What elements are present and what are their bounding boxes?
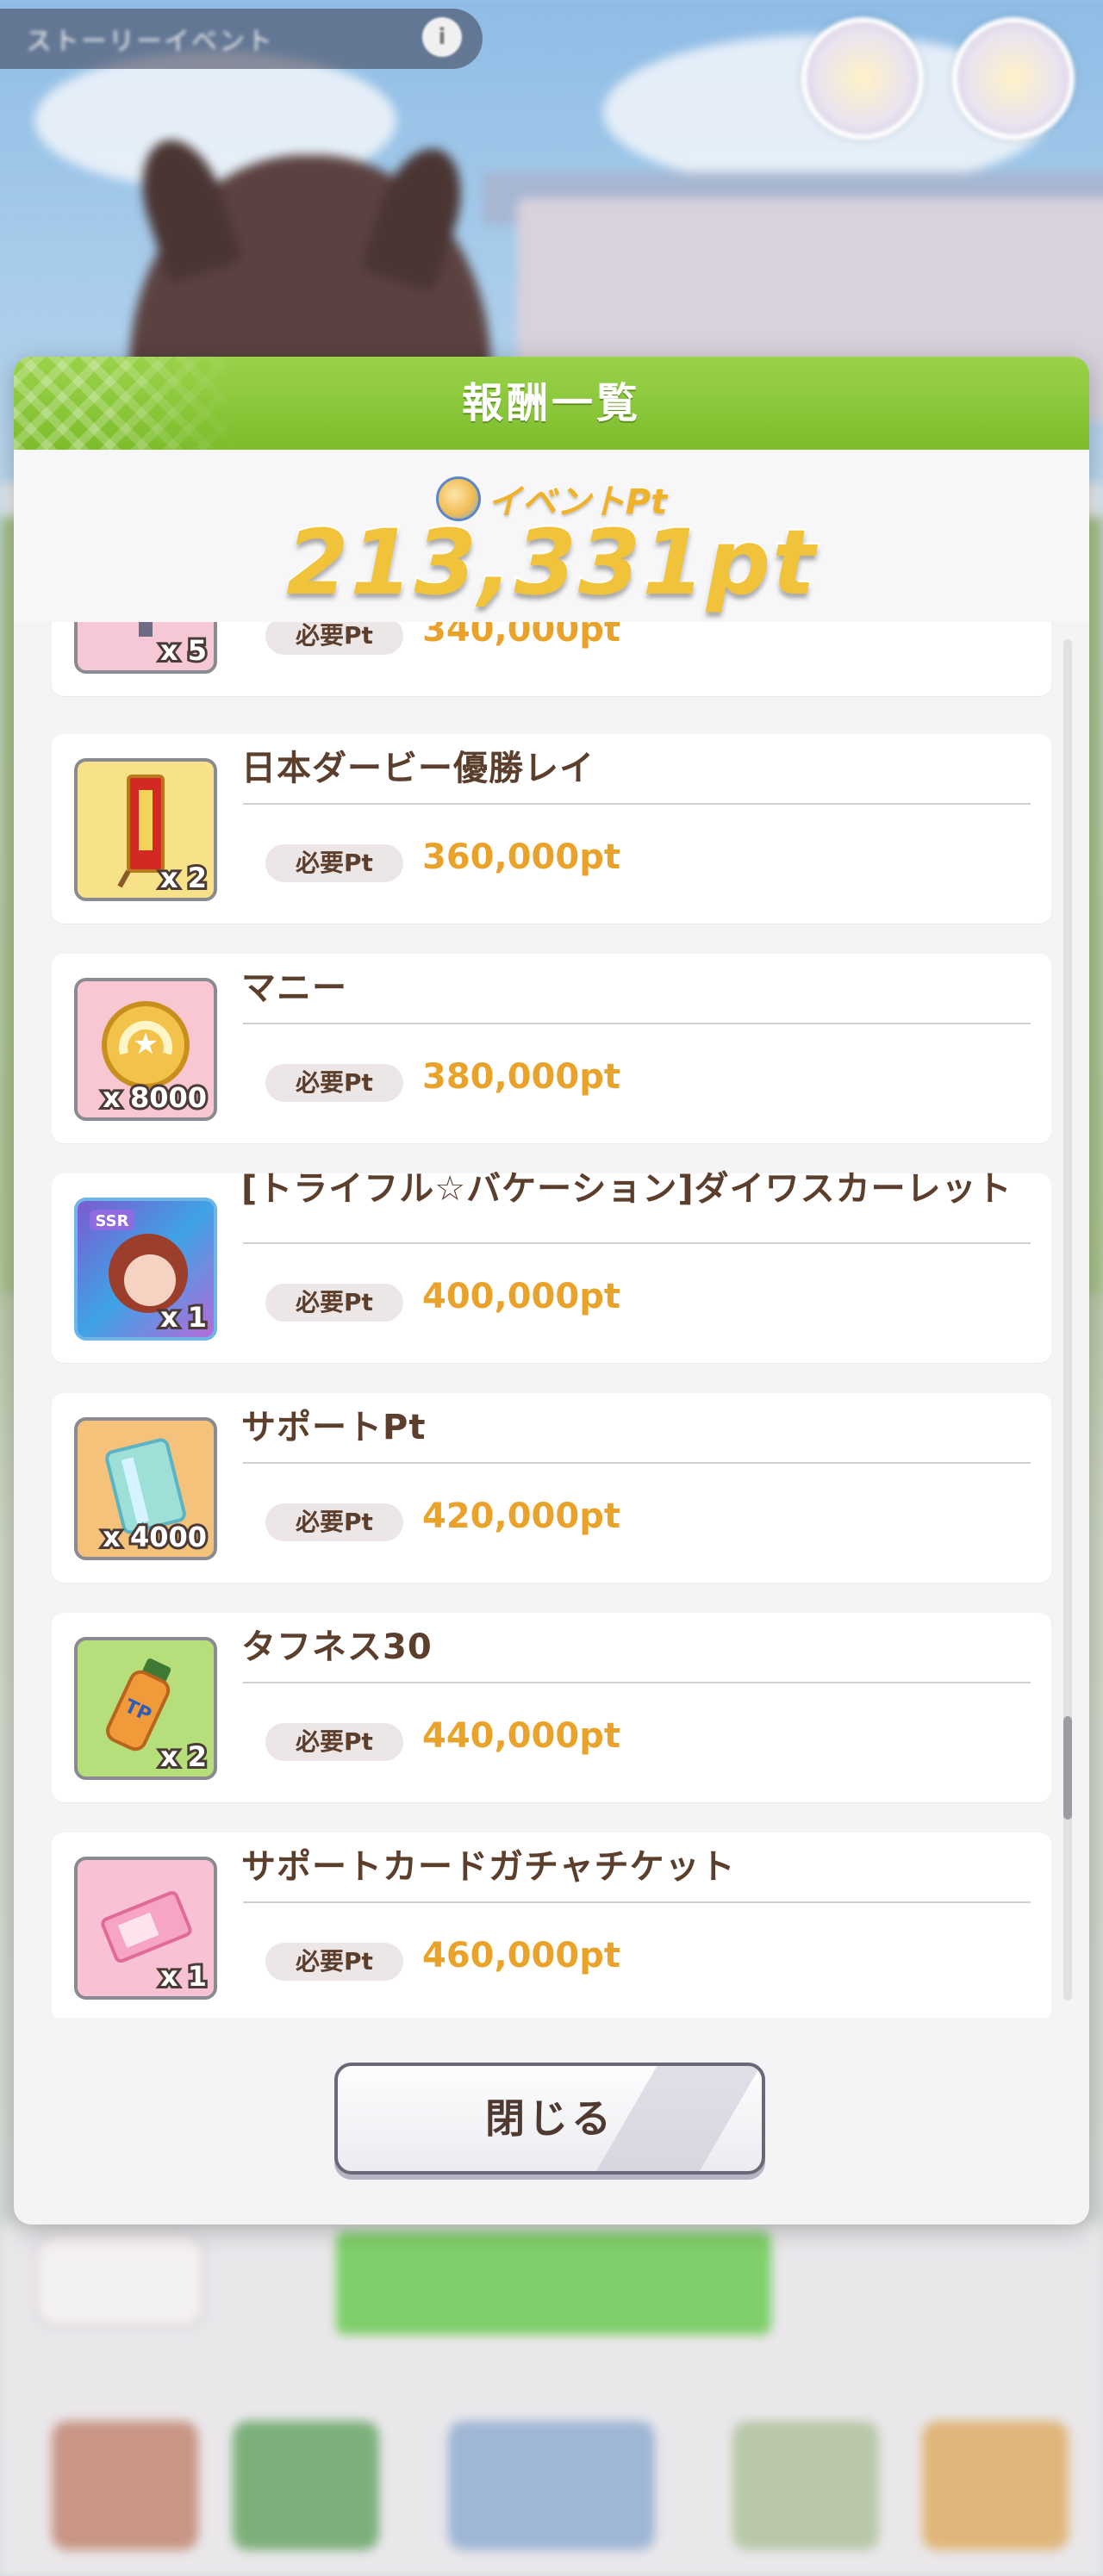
story-event-label: ストーリーイベント <box>26 27 274 57</box>
required-pt-badge: 必要Pt <box>265 1503 403 1541</box>
event-pt-value: 213,331pt <box>284 508 817 617</box>
reward-qty: x 1 <box>158 1957 209 1995</box>
divider <box>243 1242 1031 1244</box>
required-pt-badge: 必要Pt <box>265 844 403 882</box>
reward-item: ★ x 8000 マニー 必要Pt 380,000pt <box>52 954 1051 1143</box>
required-pt-badge: 必要Pt <box>265 1284 403 1322</box>
reward-item: TP x 2 タフネス30 必要Pt 440,000pt <box>52 1613 1051 1802</box>
svg-text:★: ★ <box>133 1027 159 1061</box>
reward-qty: x 8000 <box>100 1079 209 1117</box>
reward-thumb: TP x 2 <box>74 1637 217 1780</box>
reward-item: SSR x 1 [トライフル☆バケーション]ダイワスカーレット 必要Pt 400… <box>52 1169 1051 1363</box>
reward-qty: x 4000 <box>100 1518 209 1556</box>
close-button-label: 閉じる <box>485 2095 614 2142</box>
character-badge-icon[interactable] <box>801 17 924 140</box>
reward-name: サポートカードガチャチケット <box>241 1847 736 1887</box>
close-button[interactable]: 閉じる <box>334 2063 765 2175</box>
dialog-title: 報酬一覧 <box>461 379 641 427</box>
reward-name: マニー <box>241 968 347 1008</box>
reward-name: タフネス30 <box>241 1627 433 1667</box>
required-pt-badge: 必要Pt <box>265 1943 403 1981</box>
required-pt-badge: 必要Pt <box>265 1723 403 1761</box>
reward-thumb: ★ x 8000 <box>74 978 217 1121</box>
required-pt-value: 440,000pt <box>422 1716 620 1756</box>
reward-qty: x 2 <box>158 859 209 897</box>
reward-item: x 1 サポートカードガチャチケット 必要Pt 460,000pt <box>52 1832 1051 2018</box>
required-pt-badge: 必要Pt <box>265 622 403 655</box>
rarity-label: SSR <box>96 1212 129 1230</box>
dialog-header: 報酬一覧 <box>14 357 1089 450</box>
required-pt-value: 400,000pt <box>422 1277 620 1316</box>
required-pt-value: 460,000pt <box>422 1936 620 1976</box>
required-pt-value: 420,000pt <box>422 1496 620 1536</box>
reward-item: x 2 日本ダービー優勝レイ 必要Pt 360,000pt <box>52 734 1051 924</box>
required-pt-value: 380,000pt <box>422 1057 620 1097</box>
reward-item: x 4000 サポートPt 必要Pt 420,000pt <box>52 1393 1051 1583</box>
divider <box>243 1462 1031 1464</box>
reward-thumb: x 4000 <box>74 1417 217 1560</box>
reward-qty: x 5 <box>158 632 209 669</box>
reward-thumb: x 2 <box>74 758 217 901</box>
reward-name: 日本ダービー優勝レイ <box>241 749 595 788</box>
event-pt-panel: イベントPt 213,331pt <box>14 450 1089 622</box>
reward-thumb: x 1 <box>74 1857 217 2000</box>
scrollbar-thumb[interactable] <box>1063 1716 1072 1820</box>
required-pt-badge: 必要Pt <box>265 1064 403 1102</box>
divider <box>243 803 1031 805</box>
story-event-bar[interactable]: ストーリーイベント <box>0 9 483 69</box>
reward-qty: x 2 <box>158 1738 209 1776</box>
required-pt-value: 340,000pt <box>422 622 620 650</box>
reward-name: [トライフル☆バケーション]ダイワスカーレット <box>241 1169 1013 1209</box>
reward-thumb: x 5 <box>74 622 217 674</box>
reward-item: x 5 必要Pt 340,000pt <box>52 622 1051 696</box>
info-icon[interactable]: i <box>422 17 462 57</box>
reward-thumb: SSR x 1 <box>74 1198 217 1341</box>
reward-name: サポートPt <box>241 1408 427 1447</box>
divider <box>243 1023 1031 1024</box>
divider <box>243 1901 1031 1903</box>
divider <box>243 1682 1031 1683</box>
required-pt-value: 360,000pt <box>422 837 620 877</box>
reward-qty: x 1 <box>158 1298 209 1336</box>
trophy-badge-icon[interactable] <box>952 17 1075 140</box>
rewards-dialog: 報酬一覧 イベントPt 213,331pt x 5 必要Pt 340,000pt <box>14 357 1089 2224</box>
reward-list-scrollbar[interactable] <box>1063 639 1072 2000</box>
reward-list[interactable]: x 5 必要Pt 340,000pt x 2 日本ダービー優勝レイ 必要Pt 3… <box>14 622 1089 2018</box>
